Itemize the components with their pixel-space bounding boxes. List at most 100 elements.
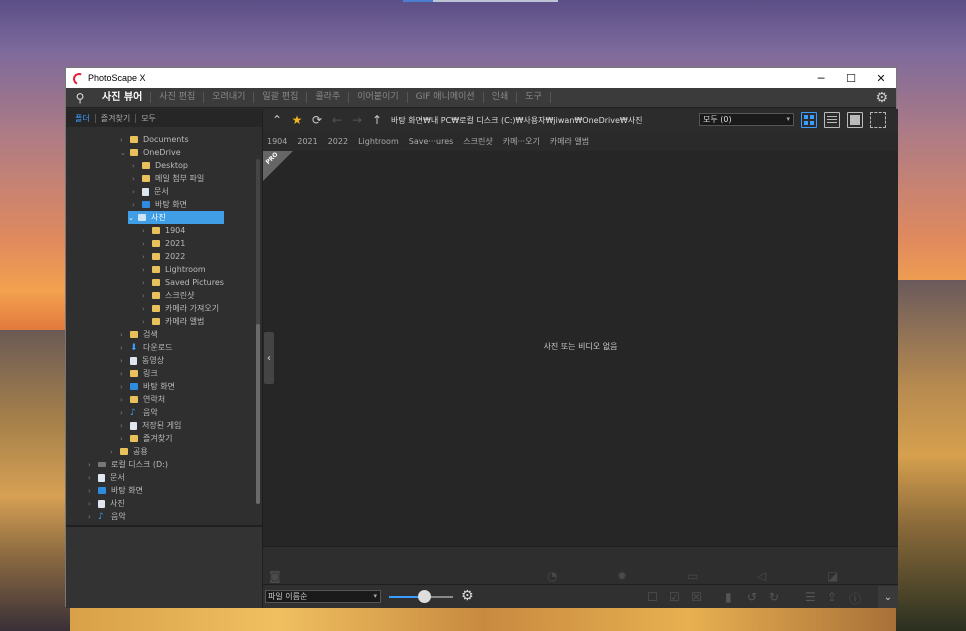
uncheck-icon[interactable]: ☒ <box>691 590 702 604</box>
star-icon[interactable]: ★ <box>287 113 307 127</box>
tree-item-documents-root[interactable]: › 문서 <box>88 471 125 484</box>
tree-item-music-root[interactable]: › ♪ 음악 <box>88 510 126 523</box>
folder-icon <box>152 227 160 234</box>
timer-icon[interactable]: ◔ <box>547 569 557 583</box>
tree-item-camera-roll[interactable]: › 카메라 앨범 <box>142 315 204 328</box>
download-icon: ⬇ <box>130 342 138 353</box>
tree-item-camera-import[interactable]: › 카메라 가져오기 <box>142 302 219 315</box>
tree-item-favorites[interactable]: › 즐겨찾기 <box>120 432 172 445</box>
folder-icon <box>130 435 138 442</box>
tree-item-saved-pictures[interactable]: › Saved Pictures <box>142 276 224 289</box>
tree-item-lightroom[interactable]: › Lightroom <box>142 263 206 276</box>
subfolder-link[interactable]: 2021 <box>297 137 317 146</box>
subfolder-link[interactable]: Lightroom <box>358 137 399 146</box>
menu-tools[interactable]: 도구 <box>517 92 551 103</box>
folder-icon <box>120 448 128 455</box>
tree-item-links[interactable]: › 링크 <box>120 367 158 380</box>
subfolder-link[interactable]: 스크린샷 <box>463 136 492 147</box>
tree-scrollbar-thumb[interactable] <box>256 324 260 504</box>
forward-arrow-icon[interactable]: → <box>347 113 367 127</box>
camera-icon[interactable]: ◙ <box>269 569 281 583</box>
menu-print[interactable]: 인쇄 <box>484 92 518 103</box>
menu-cut-out[interactable]: 오려내기 <box>204 92 255 103</box>
tab-favorites[interactable]: 즐겨찾기 <box>96 113 137 123</box>
thumbnail-area[interactable]: PRO 사진 또는 비디오 없음 <box>263 151 898 546</box>
grid-view-icon[interactable] <box>801 112 817 128</box>
subfolder-link[interactable]: 1904 <box>267 137 287 146</box>
close-button[interactable]: ✕ <box>866 68 896 88</box>
chevron-down-icon[interactable]: ⌄ <box>878 586 898 608</box>
crop-icon[interactable]: ◪ <box>827 569 838 583</box>
menu-batch-edit[interactable]: 일괄 편집 <box>254 92 308 103</box>
tree-item-documents-kr[interactable]: › 문서 <box>132 185 169 198</box>
minimize-button[interactable]: ─ <box>806 68 836 88</box>
tree-item-videos[interactable]: › 동영상 <box>120 354 164 367</box>
folder-panel: 폴더 즐겨찾기 모두 › Documents ⌄ OneDrive › Desktop… <box>66 109 263 608</box>
tree-scrollbar[interactable] <box>256 159 260 504</box>
film-icon[interactable]: ▭ <box>687 569 698 583</box>
tree-item-2022[interactable]: › 2022 <box>142 250 185 263</box>
tree-item-search[interactable]: › 검색 <box>120 328 158 341</box>
tree-item-documents[interactable]: › Documents <box>120 133 189 146</box>
up-arrow-icon[interactable]: ↑ <box>367 113 387 127</box>
tree-item-desktop[interactable]: › Desktop <box>132 159 188 172</box>
tree-item-pictures-root[interactable]: › 사진 <box>88 497 125 510</box>
tree-item-1904[interactable]: › 1904 <box>142 224 185 237</box>
tree-item-desktop-2[interactable]: › 바탕 화면 <box>120 380 175 393</box>
search-icon[interactable]: ⚲ <box>66 91 94 105</box>
menu-collage[interactable]: 콜라주 <box>307 92 350 103</box>
rotate-left-icon[interactable]: ↺ <box>747 590 757 604</box>
navigation-toolbar: ⌃ ★ ⟳ ← → ↑ 바탕 화면₩내 PC₩로컬 디스크 (C:)₩사용자₩j… <box>263 109 898 131</box>
tree-item-2021[interactable]: › 2021 <box>142 237 185 250</box>
subfolder-link[interactable]: 2022 <box>328 137 348 146</box>
menu-combine[interactable]: 이어붙이기 <box>349 92 408 103</box>
check-all-icon[interactable]: ☑ <box>669 590 680 604</box>
checkbox-icon[interactable]: ☐ <box>647 590 658 604</box>
folder-icon <box>152 279 160 286</box>
info-icon[interactable]: ⓘ <box>849 590 861 607</box>
folder-icon <box>142 162 150 169</box>
tree-item-desktop-kr[interactable]: › 바탕 화면 <box>132 198 187 211</box>
collapse-panel-chevron-left-icon[interactable]: ‹ <box>264 332 274 384</box>
subfolder-link[interactable]: 카메라 앨범 <box>550 136 589 147</box>
adjust-icon[interactable]: ☰ <box>805 590 816 604</box>
tree-item-screenshots[interactable]: › 스크린샷 <box>142 289 194 302</box>
tree-item-desktop-root[interactable]: › 바탕 화면 <box>88 484 143 497</box>
refresh-icon[interactable]: ⟳ <box>307 113 327 127</box>
tree-item-onedrive[interactable]: ⌄ OneDrive <box>120 146 181 159</box>
gear-icon[interactable]: ✹ <box>617 569 627 583</box>
list-view-icon[interactable] <box>824 112 840 128</box>
tree-item-downloads[interactable]: › ⬇ 다운로드 <box>120 341 172 354</box>
subfolder-link[interactable]: 카메···오기 <box>503 136 540 147</box>
export-icon[interactable]: ⇪ <box>827 590 837 604</box>
tree-item-contacts[interactable]: › 연락처 <box>120 393 165 406</box>
tab-folders[interactable]: 폴더 <box>70 113 96 123</box>
menu-photo-viewer[interactable]: 사진 뷰어 <box>94 92 152 103</box>
tree-item-saved-games[interactable]: › 저장된 게임 <box>120 419 181 432</box>
maximize-button[interactable]: ☐ <box>836 68 866 88</box>
subfolder-link[interactable]: Save···ures <box>409 137 454 146</box>
tree-item-music[interactable]: › ♪ 음악 <box>120 406 158 419</box>
trash-icon[interactable]: ▮ <box>725 590 732 604</box>
thumbnail-settings-gear-icon[interactable]: ⚙ <box>461 588 474 604</box>
rotate-right-icon[interactable]: ↻ <box>769 590 779 604</box>
folder-icon <box>142 175 150 182</box>
menu-gif-animation[interactable]: GIF 애니메이션 <box>408 92 484 103</box>
share-icon[interactable]: ◁ <box>757 569 766 583</box>
thumbnail-size-thumb[interactable] <box>418 590 432 603</box>
sort-select[interactable]: 파일 이름순 <box>265 590 381 603</box>
folder-icon <box>152 253 160 260</box>
chevron-up-icon[interactable]: ⌃ <box>267 113 287 127</box>
single-view-icon[interactable] <box>847 112 863 128</box>
back-arrow-icon[interactable]: ← <box>327 113 347 127</box>
tab-all[interactable]: 모두 <box>136 114 161 123</box>
picture-icon <box>98 499 105 508</box>
tree-item-local-disk-d[interactable]: › 로컬 디스크 (D:) <box>88 458 168 471</box>
settings-gear-icon[interactable]: ⚙ <box>875 90 888 106</box>
fullscreen-icon[interactable] <box>870 112 886 128</box>
tree-item-pictures-selected[interactable]: ⌄ 사진 <box>128 211 224 224</box>
menu-photo-editor[interactable]: 사진 편집 <box>151 92 205 103</box>
tree-item-mail-attachments[interactable]: › 메일 첨부 파일 <box>132 172 204 185</box>
filter-select[interactable]: 모두 (0) <box>699 113 794 126</box>
tree-item-public[interactable]: › 공용 <box>110 445 148 458</box>
